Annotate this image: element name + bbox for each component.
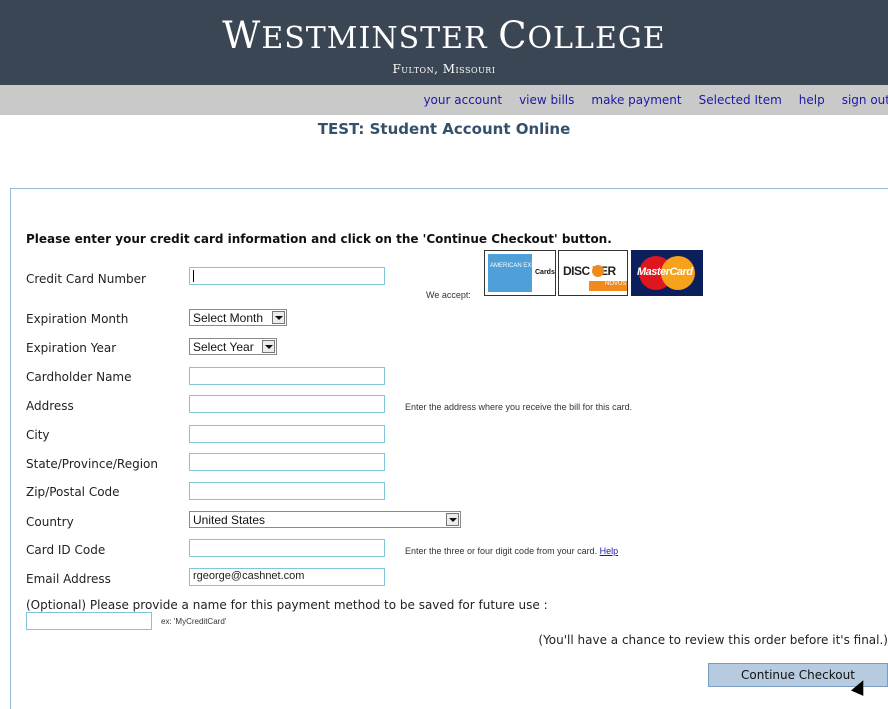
card-id-note: Enter the three or four digit code from …: [405, 546, 618, 556]
text-caret: [193, 270, 194, 282]
review-note: (You'll have a chance to review this ord…: [538, 633, 888, 647]
chevron-down-icon[interactable]: [262, 340, 275, 353]
email-label: Email Address: [26, 572, 111, 586]
nav-view-bills[interactable]: view bills: [519, 93, 574, 107]
email-value: rgeorge@cashnet.com: [193, 570, 305, 582]
card-number-input[interactable]: [189, 267, 385, 285]
discover-dot: [592, 265, 604, 277]
exp-month-select[interactable]: Select Month: [189, 309, 287, 326]
cardholder-input[interactable]: [189, 367, 385, 385]
card-number-label: Credit Card Number: [26, 272, 146, 286]
country-value: United States: [193, 513, 266, 527]
country-select[interactable]: United States: [189, 511, 461, 528]
mastercard-logo: MasterCard: [631, 250, 703, 296]
exp-year-value: Select Year: [193, 340, 254, 354]
form-instruction: Please enter your credit card informatio…: [26, 232, 612, 246]
city-label: City: [26, 428, 50, 442]
exp-year-label: Expiration Year: [26, 341, 117, 355]
address-note: Enter the address where you receive the …: [405, 402, 633, 412]
card-id-label: Card ID Code: [26, 543, 106, 557]
nav-selected-item[interactable]: Selected Item: [699, 93, 782, 107]
discover-logo: DISC VER NOVUS: [558, 250, 628, 296]
exp-month-label: Expiration Month: [26, 312, 129, 326]
amex-blue-box: [488, 254, 532, 292]
nav-help[interactable]: help: [799, 93, 825, 107]
nav-sign-out[interactable]: sign out: [842, 93, 888, 107]
payment-form-panel: [10, 188, 888, 709]
nav-make-payment[interactable]: make payment: [591, 93, 681, 107]
address-input[interactable]: [189, 395, 385, 413]
discover-sub: NOVUS: [605, 281, 627, 287]
address-label: Address: [26, 399, 74, 413]
nav-your-account[interactable]: your account: [423, 93, 502, 107]
state-label: State/Province/Region: [26, 457, 158, 471]
cardholder-label: Cardholder Name: [26, 370, 132, 384]
card-id-input[interactable]: [189, 539, 385, 557]
page-title: TEST: Student Account Online: [317, 120, 571, 138]
amex-logo: AMERICAN EXPRESS Cards: [484, 250, 556, 296]
zip-input[interactable]: [189, 482, 385, 500]
email-input[interactable]: rgeorge@cashnet.com: [189, 568, 385, 586]
card-id-note-text: Enter the three or four digit code from …: [405, 546, 600, 556]
chevron-down-icon[interactable]: [446, 513, 459, 526]
nav-links: your account view bills make payment Sel…: [423, 93, 888, 107]
nickname-example: ex: 'MyCreditCard': [161, 617, 227, 626]
exp-month-value: Select Month: [193, 311, 264, 325]
exp-year-select[interactable]: Select Year: [189, 338, 277, 355]
mastercard-text: MasterCard: [637, 266, 693, 278]
we-accept-label: We accept:: [426, 290, 471, 300]
college-name: WESTMINSTER COLLEGE: [222, 14, 666, 57]
card-id-help-link[interactable]: Help: [600, 546, 619, 556]
city-input[interactable]: [189, 425, 385, 443]
state-input[interactable]: [189, 453, 385, 471]
college-location: Fulton, Missouri: [392, 62, 496, 76]
country-label: Country: [26, 515, 74, 529]
discover-text: DISC VER: [563, 264, 616, 278]
amex-cards-label: Cards: [535, 269, 555, 276]
chevron-down-icon[interactable]: [272, 311, 285, 324]
zip-label: Zip/Postal Code: [26, 485, 120, 499]
payment-nickname-input[interactable]: [26, 612, 152, 630]
optional-name-label: (Optional) Please provide a name for thi…: [26, 598, 548, 612]
